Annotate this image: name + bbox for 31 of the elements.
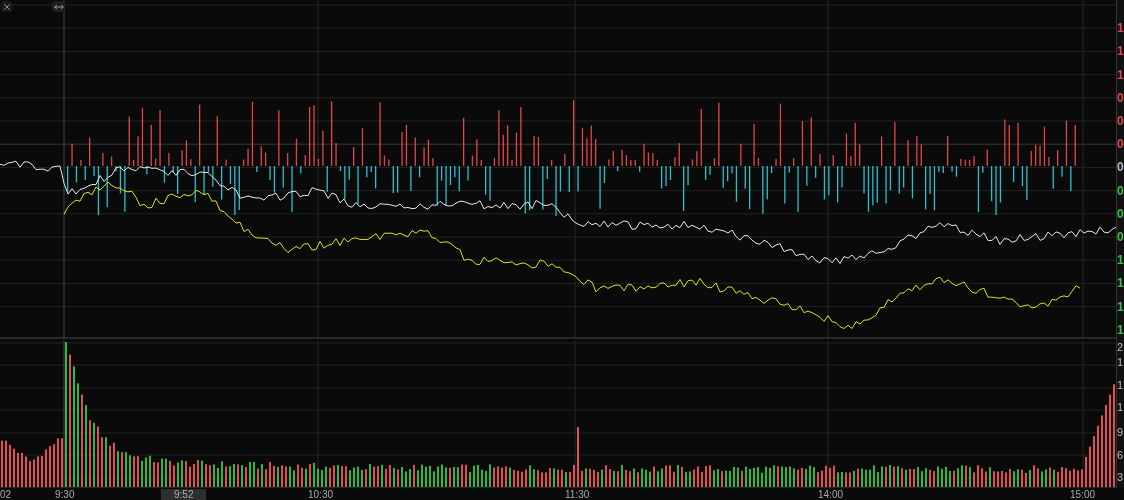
price-axis-label: 1 (1117, 254, 1124, 267)
close-button[interactable] (1, 1, 13, 12)
volume-axis-label: 6 (1117, 450, 1124, 461)
price-axis-label: 1 (1117, 22, 1124, 35)
volume-axis-label: 1 (1117, 402, 1124, 413)
price-axis-label: 1 (1117, 277, 1124, 290)
price-axis-label: 0 (1117, 207, 1124, 220)
volume-axis-label: 3 (1117, 472, 1124, 483)
time-axis-label: 9:52 (161, 489, 207, 500)
price-axis-label: 0 (1117, 184, 1124, 197)
price-axis-label: 1 (1117, 45, 1124, 58)
time-axis-label: 11:30 (565, 489, 590, 500)
price-axis-label: 0 (1117, 115, 1124, 127)
price-axis-label: 1 (1117, 323, 1124, 336)
time-axis-label: 14:00 (818, 489, 844, 500)
volume-axis-label: 9 (1117, 427, 1124, 438)
time-axis-label: 15:00 (1070, 489, 1096, 500)
resize-button[interactable] (52, 1, 65, 12)
close-icon (2, 1, 12, 12)
volume-axis-label: 1 (1117, 357, 1124, 368)
price-axis-label: 0 (1117, 91, 1124, 104)
time-axis-label: 02 (0, 489, 12, 500)
volume-axis-label: 2 (1117, 342, 1124, 353)
time-axis-label: 10:30 (308, 489, 334, 500)
price-axis-label: 0 (1117, 161, 1124, 174)
price-axis-label: 1 (1117, 68, 1124, 81)
price-axis-label: 0 (1117, 231, 1124, 243)
price-axis-label: 0 (1117, 138, 1124, 151)
price-axis-label: 1 (1117, 300, 1124, 313)
volume-axis-label: 1 (1117, 380, 1124, 391)
time-axis-label: 9:30 (55, 489, 75, 500)
